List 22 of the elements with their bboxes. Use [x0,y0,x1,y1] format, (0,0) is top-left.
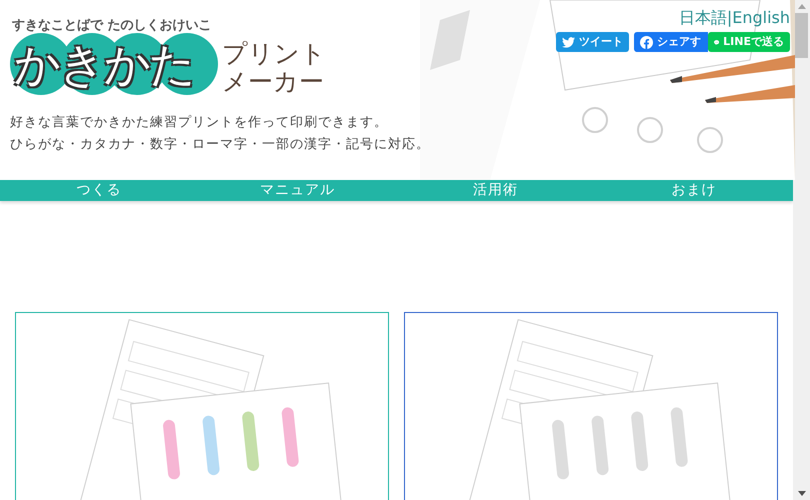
logo-subtitle: メーカー [222,68,324,96]
site-description: 好きな言葉でかきかた練習プリントを作って印刷できます。 [10,114,388,132]
language-link[interactable]: English [732,8,790,28]
logo-subtitle: プリント [222,40,326,68]
tagline: すきなことばで たのしくおけいこ [11,18,212,34]
nav-link[interactable]: マニュアル [198,180,396,201]
share-button[interactable]: LINEで送る [708,32,790,52]
scrollbar-thumb[interactable] [795,13,808,58]
nav-link[interactable]: つくる [0,180,198,201]
share-button[interactable]: シェアす [634,32,708,52]
share-button[interactable]: ツイート [556,32,629,52]
f-letter-icon [640,36,653,48]
language-link[interactable]: 日本語 [678,8,727,28]
language-separator: | [726,8,732,28]
nav-link[interactable]: 活用術 [396,180,595,201]
site-logo[interactable]: かきかた [10,33,218,95]
site-description: ひらがな・カタカナ・数字・ローマ字・一部の漢字・記号に対応。 [10,136,430,154]
nav-link[interactable]: おまけ [594,180,793,201]
scrollbar[interactable] [793,0,810,500]
down-arrow-icon [798,491,806,496]
up-arrow-icon [798,4,806,9]
bird-icon [562,36,575,48]
